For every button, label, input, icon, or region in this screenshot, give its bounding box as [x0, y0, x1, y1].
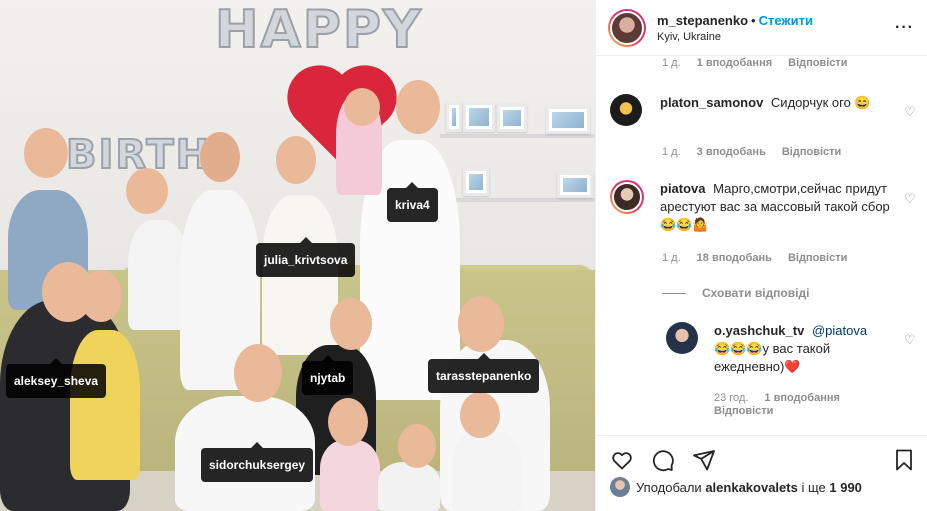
reply-button[interactable]: Відповісти — [788, 57, 847, 69]
comment-meta: 1 д. 1 вподобання Відповісти — [662, 57, 864, 69]
person — [378, 462, 440, 511]
comment-body: platon_samonov Сидорчук ого 😄 — [660, 94, 890, 126]
person-head — [396, 80, 440, 134]
user-tag[interactable]: tarasstepanenko — [428, 353, 540, 393]
photo-frame — [497, 104, 527, 132]
user-tag[interactable]: julia_krivtsova — [256, 237, 356, 277]
reply-body: o.yashchuk_tv @piatova 😂😂😂у вас такой еж… — [714, 322, 874, 376]
reply-likes[interactable]: 1 вподобання — [764, 392, 839, 404]
author-meta: m_stepanenko • Стежити Kyiv, Ukraine — [657, 13, 813, 43]
person-head — [126, 168, 168, 214]
reply-meta: 23 год. 1 вподобання Відповісти — [714, 392, 914, 417]
person — [70, 330, 140, 480]
follow-button[interactable]: Стежити — [759, 13, 813, 28]
reply-button[interactable]: Відповісти — [714, 405, 898, 417]
photo-frame — [446, 102, 462, 132]
user-tag[interactable]: sidorchuksergey — [201, 442, 314, 482]
post-photo[interactable]: HAPPY BIRTH kriva4 julia_krivtsova aleks… — [0, 0, 595, 511]
photo-frame — [463, 102, 495, 132]
user-tag[interactable]: aleksey_sheva — [6, 358, 107, 398]
comment-icon[interactable] — [651, 448, 675, 472]
post-header: m_stepanenko • Стежити Kyiv, Ukraine ··· — [596, 0, 927, 56]
author-avatar[interactable] — [608, 8, 646, 47]
likes-prefix: Уподобали — [636, 479, 702, 495]
reply-time: 23 год. — [714, 392, 749, 404]
reply-like-icon[interactable]: ♡ — [904, 332, 918, 347]
likes-count[interactable]: 1 990 — [829, 480, 862, 495]
comment-time: 1 д. — [662, 252, 681, 264]
person-head — [80, 270, 122, 322]
comment-likes[interactable]: 1 вподобання — [697, 57, 772, 69]
photo-frame — [557, 172, 593, 198]
comment-like-icon[interactable]: ♡ — [904, 104, 918, 119]
photo-frame — [463, 168, 489, 196]
reply-username[interactable]: o.yashchuk_tv — [714, 323, 804, 338]
comment-meta: 1 д. 18 вподобань Відповісти — [662, 252, 863, 264]
comment-time: 1 д. — [662, 57, 681, 69]
user-tag[interactable]: njytab — [302, 355, 354, 395]
post-sidebar: m_stepanenko • Стежити Kyiv, Ukraine ··· 1… — [595, 0, 927, 511]
person — [320, 440, 380, 511]
hide-replies-line — [662, 292, 686, 294]
person-head — [458, 296, 504, 352]
heart-outline-icon[interactable] — [610, 448, 634, 472]
reply-item: o.yashchuk_tv @piatova 😂😂😂у вас такой еж… — [666, 322, 916, 376]
bookmark-icon[interactable] — [892, 448, 916, 472]
post-location[interactable]: Kyiv, Ukraine — [657, 31, 813, 43]
happy-balloons: HAPPY — [214, 0, 423, 61]
person-head — [276, 136, 316, 184]
person-head — [460, 392, 500, 438]
photo-shelf — [440, 198, 595, 202]
photo-frame — [546, 106, 590, 134]
person-head — [398, 424, 436, 468]
user-tag[interactable]: kriva4 — [387, 182, 438, 222]
person-head — [234, 344, 282, 402]
person-head — [24, 128, 68, 178]
likes-middle: і ще — [801, 479, 826, 495]
reply-mention[interactable]: @piatova — [812, 323, 867, 338]
comment-meta: 1 д. 3 вподобань Відповісти — [662, 146, 857, 158]
likes-summary: Уподобали alenkakovalets і ще 1 990 — [610, 477, 862, 497]
liker-avatar[interactable] — [610, 477, 630, 497]
comment-avatar[interactable] — [610, 180, 644, 214]
comment-body: piatova Марго,смотри,сейчас придут арест… — [660, 180, 890, 234]
photo-shelf — [440, 134, 595, 138]
comment-like-icon[interactable]: ♡ — [904, 191, 918, 206]
comment-item: platon_samonov Сидорчук ого 😄 — [610, 94, 910, 126]
reply-avatar[interactable] — [666, 322, 698, 354]
comment-avatar[interactable] — [610, 94, 642, 126]
reply-text: 😂😂😂у вас такой ежедневно)❤️ — [714, 341, 831, 374]
person-head — [328, 398, 368, 446]
person-head — [330, 298, 372, 350]
comments-list[interactable]: 1 д. 1 вподобання Відповісти platon_samo… — [596, 57, 927, 435]
comment-item: piatova Марго,смотри,сейчас придут арест… — [610, 180, 910, 234]
comment-likes[interactable]: 18 вподобань — [697, 252, 772, 264]
person-head — [200, 132, 240, 182]
comment-text: Сидорчук ого 😄 — [770, 95, 871, 110]
person-head — [344, 88, 380, 126]
hide-replies-label: Сховати відповіді — [702, 286, 810, 300]
person — [128, 220, 188, 330]
author-username[interactable]: m_stepanenko — [657, 13, 748, 28]
reply-button[interactable]: Відповісти — [782, 146, 841, 158]
more-options-icon[interactable]: ··· — [895, 19, 914, 37]
hide-replies-button[interactable]: Сховати відповіді — [662, 286, 809, 300]
comment-time: 1 д. — [662, 146, 681, 158]
reply-button[interactable]: Відповісти — [788, 252, 847, 264]
comment-username[interactable]: platon_samonov — [660, 95, 763, 110]
instagram-post-modal: HAPPY BIRTH kriva4 julia_krivtsova aleks… — [0, 0, 927, 511]
comment-likes[interactable]: 3 вподобань — [697, 146, 766, 158]
share-icon[interactable] — [692, 448, 716, 472]
comment-username[interactable]: piatova — [660, 181, 706, 196]
liker-username[interactable]: alenkakovalets — [705, 480, 798, 495]
post-actions — [596, 435, 927, 475]
separator-dot: • — [751, 12, 756, 28]
person — [452, 430, 522, 511]
